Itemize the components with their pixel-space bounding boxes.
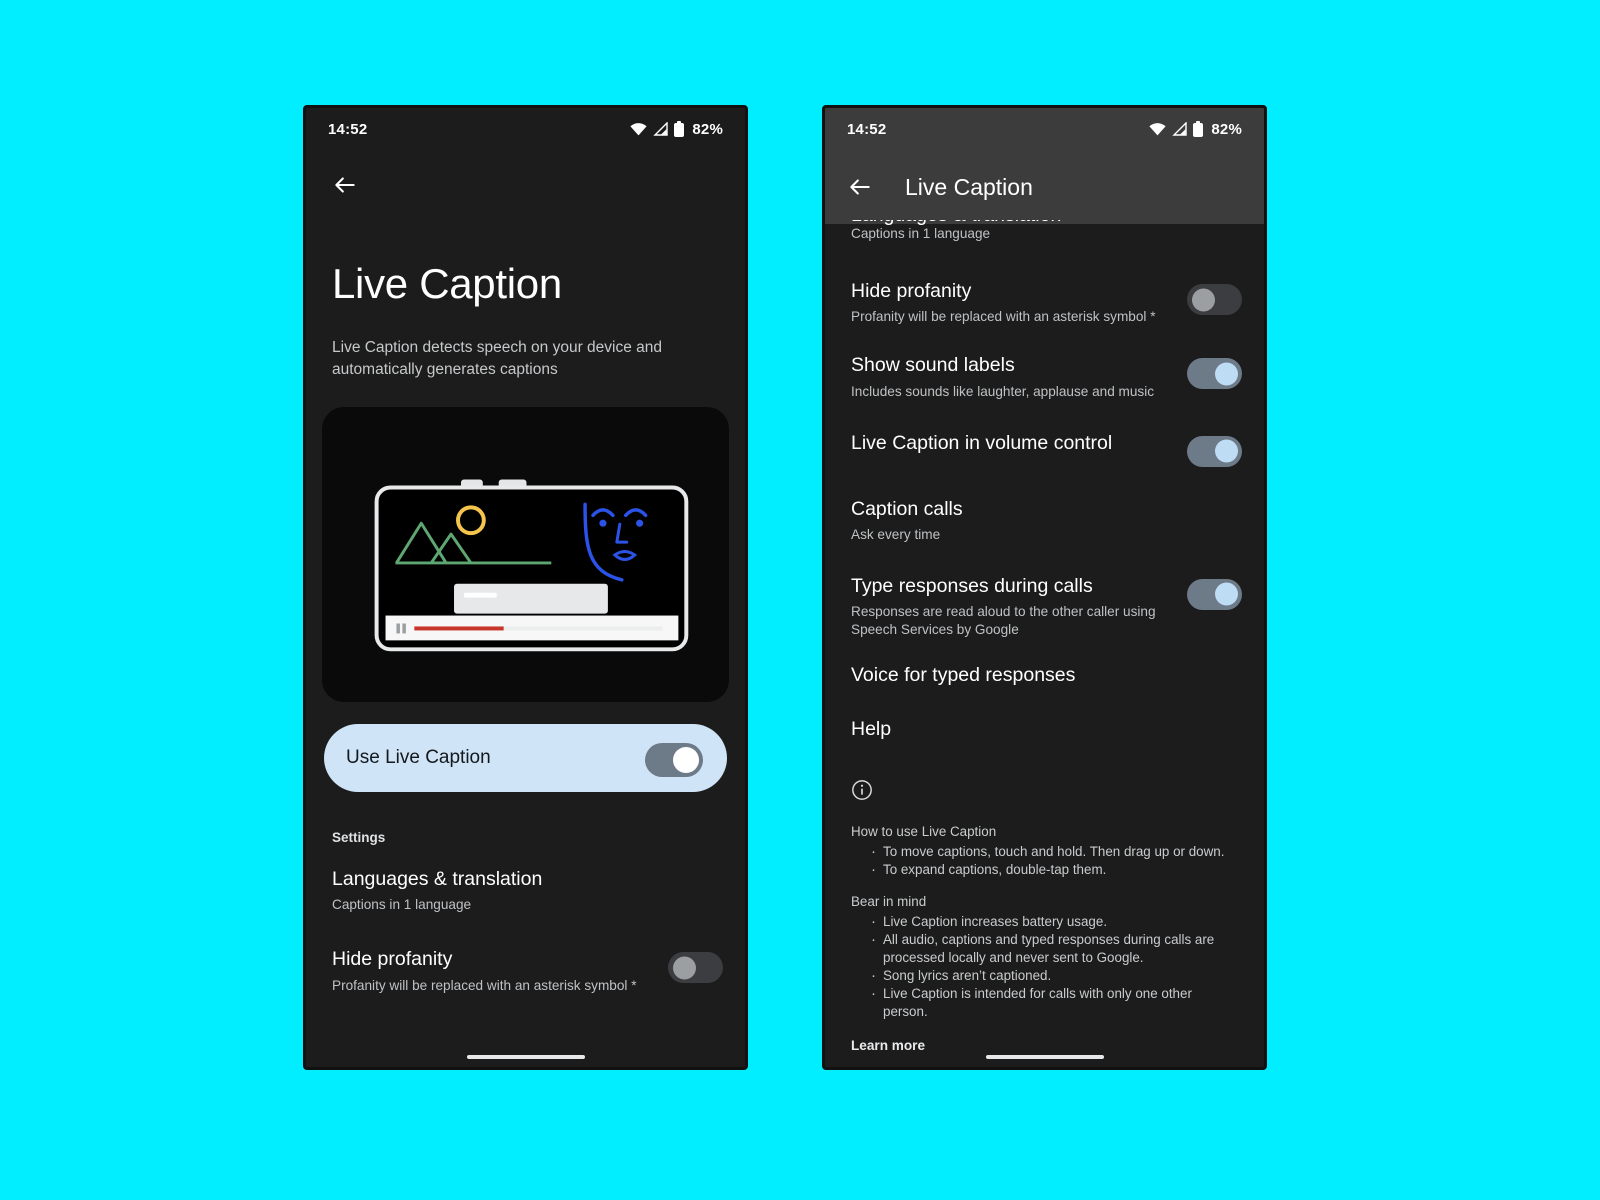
row-title: Help: [851, 717, 892, 740]
use-live-caption-toggle[interactable]: [645, 742, 703, 777]
row-subtitle: Ask every time: [851, 527, 941, 543]
row-type-responses[interactable]: Type responses during calls Responses ar…: [825, 544, 1264, 639]
row-subtitle: Profanity will be replaced with an aster…: [851, 309, 1156, 325]
row-voice-for-typed-responses[interactable]: Voice for typed responses: [825, 639, 1264, 687]
settings-scroll-area: Languages & translation Captions in 1 la…: [825, 220, 1264, 1053]
page-title: Live Caption: [332, 260, 562, 307]
back-arrow-icon[interactable]: [847, 174, 873, 200]
row-texts: Hide profanity Profanity will be replace…: [332, 948, 636, 994]
battery-icon: [1193, 121, 1204, 137]
use-live-caption-label: Use Live Caption: [346, 746, 491, 768]
info-text-block: How to use Live Caption To move captions…: [825, 806, 1264, 1021]
signal-icon: [1172, 122, 1188, 136]
list-item: Song lyrics aren’t captioned.: [871, 966, 1238, 986]
row-subtitle: Profanity will be replaced with an aster…: [332, 977, 637, 993]
row-hide-profanity[interactable]: Hide profanity Profanity will be replace…: [306, 914, 745, 994]
row-texts: Hide profanity Profanity will be replace…: [851, 280, 1155, 326]
row-languages-translation[interactable]: Languages & translation Captions in 1 la…: [306, 845, 745, 914]
row-title: Languages & translation: [332, 867, 543, 890]
home-indicator: [466, 1055, 585, 1059]
battery-percent: 82%: [692, 120, 723, 138]
row-subtitle: Includes sounds like laughter, applause …: [851, 383, 1155, 399]
wifi-icon: [630, 122, 647, 135]
hide-profanity-toggle[interactable]: [1187, 284, 1242, 315]
hero-section: Live Caption Live Caption detects speech…: [306, 203, 745, 380]
type-responses-toggle[interactable]: [1187, 578, 1242, 610]
row-texts: Caption calls Ask every time: [851, 498, 963, 544]
status-time: 14:52: [328, 120, 368, 138]
row-help[interactable]: Help: [825, 688, 1264, 741]
row-subtitle: Captions in 1 language: [332, 897, 472, 913]
row-show-sound-labels-clipped[interactable]: Show sound labels: [306, 995, 745, 1025]
toggle-knob: [1215, 582, 1238, 606]
settings-section-header: Settings: [332, 829, 386, 845]
phone-screen-right: 14:52 82% Live Caption Captions in 1 lan…: [822, 105, 1267, 1070]
bear-in-mind-list: Live Caption increases battery usage. Al…: [851, 912, 1238, 1022]
status-time: 14:52: [847, 120, 887, 138]
row-texts: Show sound labels Includes sounds like l…: [851, 354, 1154, 400]
toggle-knob: [673, 746, 699, 773]
back-button-row: [306, 150, 745, 203]
row-title: Hide profanity: [851, 280, 972, 302]
hide-profanity-toggle[interactable]: [668, 952, 723, 984]
status-icons: 82%: [1149, 121, 1242, 138]
learn-more-link[interactable]: Learn more: [825, 1021, 1264, 1053]
row-hide-profanity[interactable]: Hide profanity Profanity will be replace…: [825, 248, 1264, 326]
page-description: Live Caption detects speech on your devi…: [332, 339, 663, 378]
how-to-heading: How to use Live Caption: [851, 824, 997, 840]
list-item: To expand captions, double-tap them.: [871, 860, 1238, 880]
toggle-knob: [1192, 288, 1215, 311]
row-title: Live Caption in volume control: [851, 431, 1113, 454]
app-bar-title: Live Caption: [905, 173, 1033, 200]
illustration-svg: [374, 479, 689, 652]
signal-icon: [653, 122, 669, 136]
row-title: Hide profanity: [332, 948, 453, 971]
row-languages-translation-clipped[interactable]: Languages & translation Captions in 1 la…: [825, 220, 1264, 248]
list-item: All audio, captions and typed responses …: [871, 930, 1238, 967]
show-sound-labels-toggle[interactable]: [1187, 358, 1242, 390]
phone-screen-left: 14:52 82% Live Caption Live Caption dete…: [303, 105, 748, 1070]
row-texts: Type responses during calls Responses ar…: [851, 575, 1166, 639]
use-live-caption-card[interactable]: Use Live Caption: [324, 723, 727, 792]
row-caption-calls[interactable]: Caption calls Ask every time: [825, 467, 1264, 544]
status-icons: 82%: [630, 121, 723, 138]
back-arrow-icon[interactable]: [332, 172, 358, 198]
toggle-knob: [673, 956, 696, 980]
row-volume-control[interactable]: Live Caption in volume control: [825, 401, 1264, 467]
battery-icon: [674, 121, 685, 137]
row-subtitle: Responses are read aloud to the other ca…: [851, 604, 1156, 638]
volume-control-toggle[interactable]: [1187, 435, 1242, 467]
screenshot-canvas: 14:52 82% Live Caption Live Caption dete…: [0, 0, 1600, 1200]
live-caption-illustration: [322, 406, 729, 702]
list-item: Live Caption is intended for calls with …: [871, 984, 1238, 1021]
app-bar: Live Caption: [825, 150, 1264, 224]
row-texts: Live Caption in volume control: [851, 432, 1112, 455]
battery-percent: 82%: [1211, 120, 1242, 138]
row-texts: Languages & translation Captions in 1 la…: [332, 868, 542, 914]
how-to-list: To move captions, touch and hold. Then d…: [851, 842, 1238, 880]
list-item: To move captions, touch and hold. Then d…: [871, 842, 1238, 862]
home-indicator: [985, 1055, 1104, 1059]
info-icon-wrap: [825, 741, 1264, 806]
row-title: Show sound labels: [851, 354, 1015, 377]
bear-in-mind-heading: Bear in mind: [851, 894, 927, 910]
row-subtitle: Captions in 1 language: [851, 226, 991, 241]
info-icon: [852, 780, 872, 800]
status-bar: 14:52 82%: [825, 108, 1264, 150]
toggle-knob: [1215, 362, 1238, 386]
row-title: Type responses during calls: [851, 574, 1093, 597]
toggle-knob: [1215, 439, 1238, 463]
row-show-sound-labels[interactable]: Show sound labels Includes sounds like l…: [825, 326, 1264, 400]
list-item: Live Caption increases battery usage.: [871, 912, 1238, 932]
status-bar: 14:52 82%: [306, 108, 745, 150]
wifi-icon: [1149, 122, 1166, 135]
row-title: Caption calls: [851, 497, 963, 520]
row-title: Voice for typed responses: [851, 664, 1076, 687]
